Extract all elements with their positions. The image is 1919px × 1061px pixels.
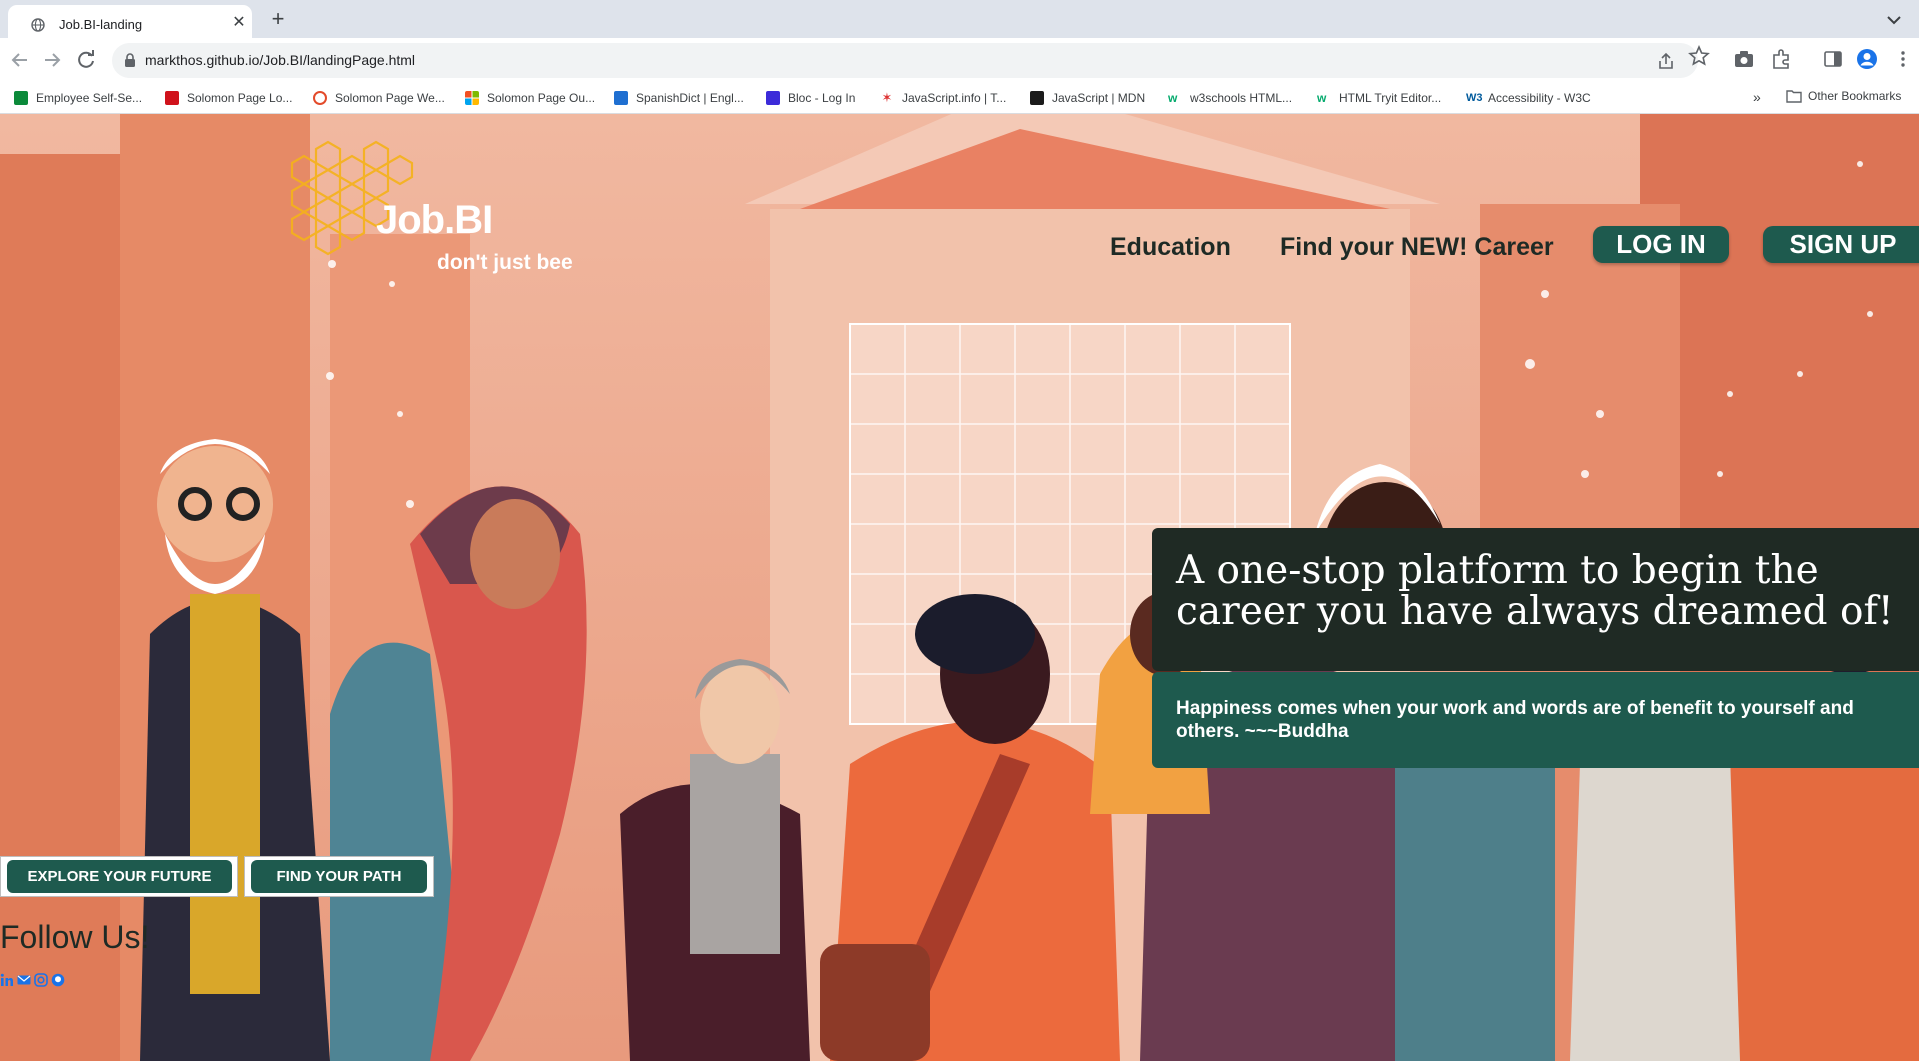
bookmark-item[interactable]: Bloc - Log In (766, 89, 855, 107)
javascript-info-icon: ✶ (881, 90, 893, 105)
brand-name[interactable]: Job.BI (376, 198, 493, 243)
bookmark-label: Solomon Page We... (335, 91, 445, 105)
github-icon[interactable] (51, 973, 65, 987)
address-bar[interactable]: markthos.github.io/Job.BI/landingPage.ht… (112, 43, 1698, 78)
landing-page: Job.BI don't just bee Education Find you… (0, 114, 1919, 1061)
bookmark-label: JavaScript.info | T... (902, 91, 1007, 105)
brand-tagline: don't just bee (437, 251, 573, 274)
nav-find-career[interactable]: Find your NEW! Career (1280, 233, 1554, 262)
bookmark-item[interactable]: JavaScript | MDN (1030, 89, 1145, 107)
bookmark-label: JavaScript | MDN (1052, 91, 1146, 105)
adp-icon (165, 91, 179, 105)
bookmark-label: SpanishDict | Engl... (636, 91, 744, 105)
url-text: markthos.github.io/Job.BI/landingPage.ht… (145, 52, 416, 68)
more-bookmarks-icon[interactable]: » (1753, 89, 1761, 105)
login-button[interactable]: LOG IN (1593, 226, 1729, 263)
find-path-button[interactable]: FIND YOUR PATH (251, 860, 427, 893)
explore-future-button[interactable]: EXPLORE YOUR FUTURE (7, 860, 232, 893)
lock-icon[interactable] (124, 53, 136, 67)
find-path-button-wrap: FIND YOUR PATH (244, 856, 434, 897)
extensions-icon[interactable] (1770, 48, 1792, 70)
mdn-icon (1030, 91, 1044, 105)
tab-strip: Job.BI-landing ✕ + (0, 0, 1919, 38)
instagram-icon[interactable] (34, 973, 48, 987)
bookmark-item[interactable]: Solomon Page Lo... (165, 89, 292, 107)
side-panel-icon[interactable] (1822, 48, 1844, 70)
forward-icon[interactable] (40, 48, 64, 72)
camera-icon[interactable] (1733, 48, 1755, 70)
headline-panel: A one-stop platform to begin the career … (1152, 528, 1919, 671)
back-icon[interactable] (8, 48, 32, 72)
quote-panel: Happiness comes when your work and words… (1152, 672, 1919, 768)
linkedin-icon[interactable] (0, 973, 14, 987)
globe-icon (31, 18, 45, 32)
ess-icon (14, 91, 28, 105)
bloc-icon (766, 91, 780, 105)
w3c-icon: W3 (1466, 92, 1483, 104)
bookmark-label: w3schools HTML... (1190, 91, 1293, 105)
reload-icon[interactable] (74, 48, 98, 72)
bookmark-item[interactable]: w w3schools HTML... (1168, 89, 1292, 107)
other-bookmarks-folder[interactable]: Other Bookmarks (1786, 89, 1901, 103)
bookmark-label: Employee Self-Se... (36, 91, 143, 105)
chevron-down-icon[interactable] (1882, 8, 1906, 32)
explore-button-wrap: EXPLORE YOUR FUTURE (0, 856, 238, 897)
nav-education[interactable]: Education (1110, 233, 1231, 262)
folder-icon (1786, 90, 1802, 103)
hero-headline: A one-stop platform to begin the career … (1176, 548, 1894, 634)
w3schools-tryit-icon: w (1317, 91, 1327, 105)
hero-quote: Happiness comes when your work and words… (1176, 698, 1854, 742)
w3schools-icon: w (1168, 91, 1178, 105)
bookmark-label: Solomon Page Ou... (487, 91, 596, 105)
bookmark-item[interactable]: w HTML Tryit Editor... (1317, 89, 1441, 107)
bookmark-item[interactable]: Solomon Page We... (313, 89, 445, 107)
microsoft-icon (465, 91, 479, 105)
bookmark-item[interactable]: SpanishDict | Engl... (614, 89, 744, 107)
bookmarks-bar: Employee Self-Se... Solomon Page Lo... S… (0, 83, 1919, 114)
email-icon[interactable] (17, 973, 31, 987)
share-icon[interactable] (1656, 51, 1676, 71)
bookmark-label: Bloc - Log In (788, 91, 856, 105)
spanishdict-icon (614, 91, 628, 105)
close-icon[interactable]: ✕ (230, 14, 248, 32)
bookmark-item[interactable]: W3 Accessibility - W3C (1466, 89, 1591, 107)
signup-button[interactable]: SIGN UP (1763, 226, 1919, 263)
tab-title: Job.BI-landing (59, 17, 143, 32)
menu-dots-icon[interactable] (1892, 48, 1914, 70)
star-icon[interactable] (1688, 45, 1710, 67)
browser-tab[interactable]: Job.BI-landing ✕ (8, 5, 252, 38)
browser-toolbar: markthos.github.io/Job.BI/landingPage.ht… (0, 38, 1919, 83)
webmail-icon (313, 91, 327, 105)
bookmark-label: Accessibility - W3C (1488, 91, 1591, 105)
profile-icon[interactable] (1856, 48, 1878, 70)
bookmark-label: Solomon Page Lo... (187, 91, 293, 105)
bookmark-item[interactable]: Employee Self-Se... (14, 89, 142, 107)
bookmark-item[interactable]: ✶ JavaScript.info | T... (880, 89, 1007, 107)
new-tab-button[interactable]: + (266, 8, 290, 32)
bookmark-item[interactable]: Solomon Page Ou... (465, 89, 595, 107)
bookmark-label: HTML Tryit Editor... (1339, 91, 1442, 105)
other-bookmarks-label: Other Bookmarks (1808, 89, 1902, 103)
follow-us-heading: Follow Us! (0, 919, 150, 955)
